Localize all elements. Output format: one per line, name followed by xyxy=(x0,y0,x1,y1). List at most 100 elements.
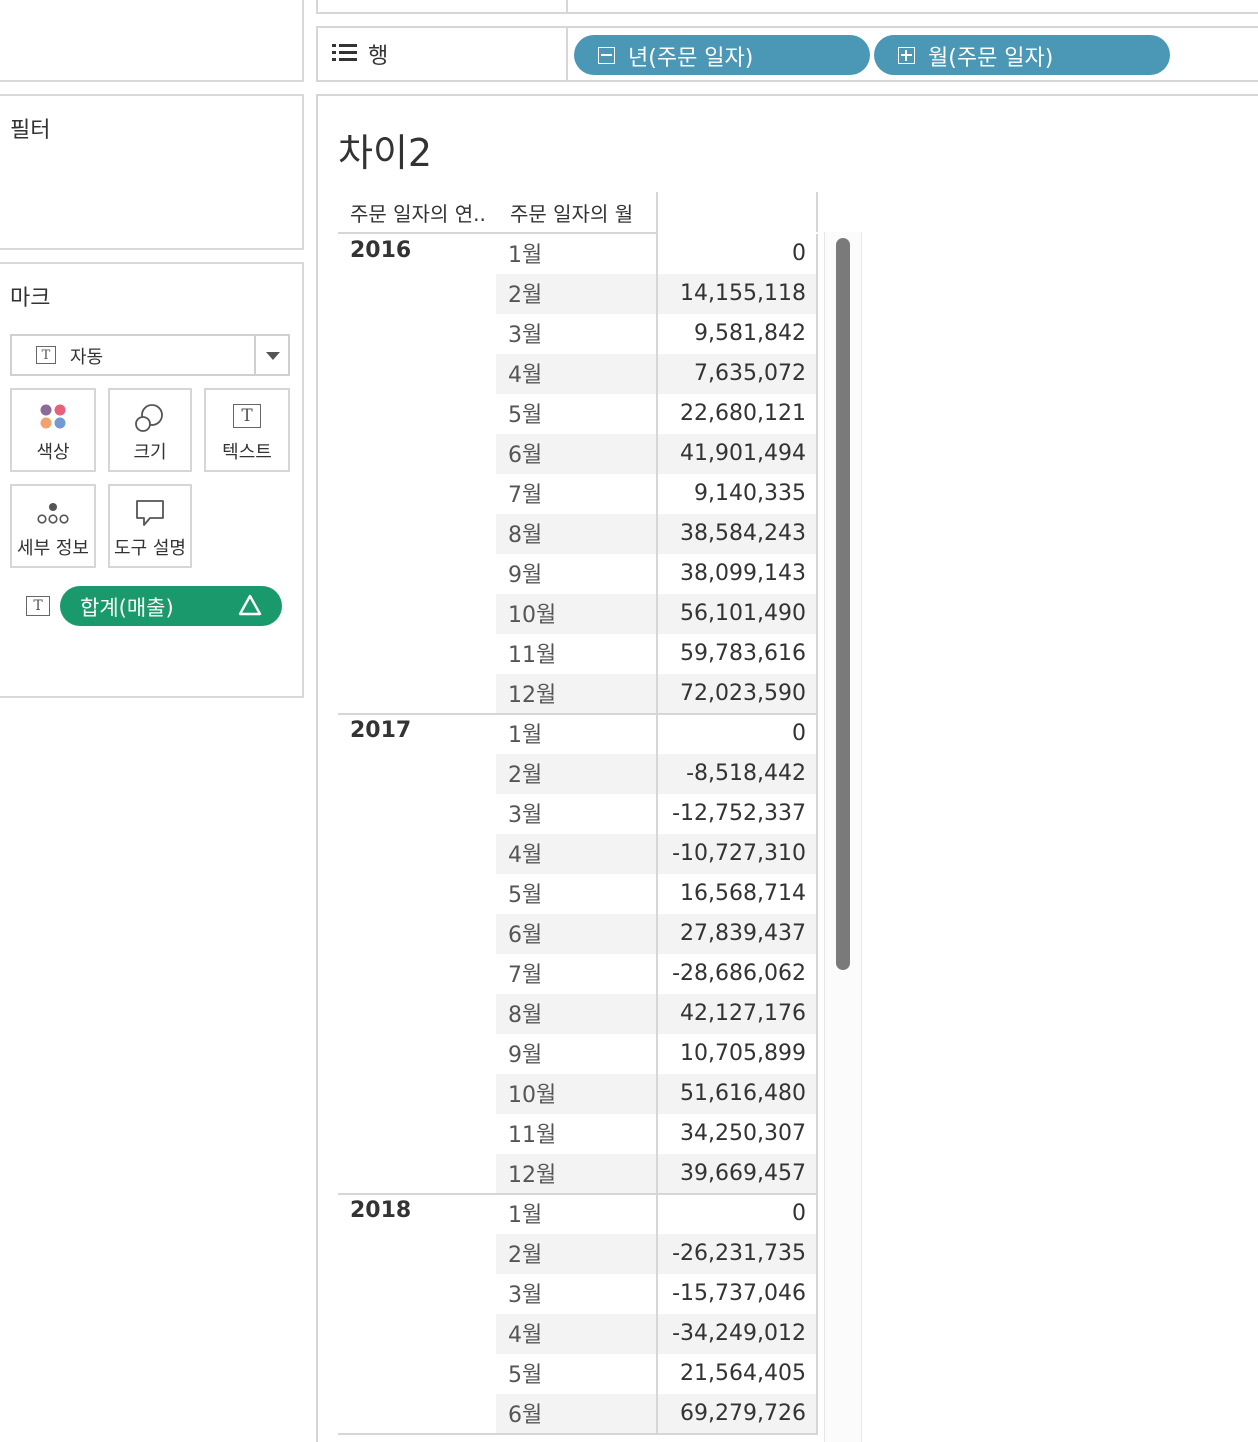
tooltip-card[interactable]: 도구 설명 xyxy=(108,484,192,568)
value-cell[interactable]: 56,101,490 xyxy=(656,594,816,634)
month-cell[interactable]: 7월 xyxy=(496,954,656,994)
rows-shelf-label: 행 xyxy=(368,44,389,69)
month-cell[interactable]: 9월 xyxy=(496,554,656,594)
month-cell[interactable]: 2월 xyxy=(496,754,656,794)
rows-shelf[interactable]: 행 년(주문 일자) 월(주문 일자) xyxy=(316,26,1258,82)
group-separator xyxy=(338,1433,818,1435)
mark-type-dropdown[interactable]: T 자동 xyxy=(10,334,290,376)
text-mark-icon: T xyxy=(36,346,56,364)
month-order-date-pill[interactable]: 월(주문 일자) xyxy=(874,35,1170,75)
value-cell[interactable]: 51,616,480 xyxy=(656,1074,816,1114)
sum-sales-pill[interactable]: 합계(매출) xyxy=(60,586,282,626)
month-cell[interactable]: 6월 xyxy=(496,1394,656,1434)
value-column-right-border xyxy=(816,1194,818,1434)
month-cell[interactable]: 7월 xyxy=(496,474,656,514)
scrollbar-track[interactable] xyxy=(824,232,862,1442)
columns-shelf[interactable] xyxy=(316,0,1258,14)
month-cell[interactable]: 5월 xyxy=(496,874,656,914)
month-cell[interactable]: 3월 xyxy=(496,1274,656,1314)
pill-label: 월(주문 일자) xyxy=(928,46,1054,71)
detail-card[interactable]: 세부 정보 xyxy=(10,484,96,568)
value-cell[interactable]: -10,727,310 xyxy=(656,834,816,874)
value-cell[interactable]: 9,140,335 xyxy=(656,474,816,514)
month-cell[interactable]: 5월 xyxy=(496,394,656,434)
month-cell[interactable]: 3월 xyxy=(496,794,656,834)
month-cell[interactable]: 6월 xyxy=(496,914,656,954)
value-cell[interactable]: 16,568,714 xyxy=(656,874,816,914)
pill-label: 년(주문 일자) xyxy=(628,46,754,71)
value-cell[interactable]: 0 xyxy=(656,1194,816,1234)
value-cell[interactable]: 38,584,243 xyxy=(656,514,816,554)
month-cell[interactable]: 3월 xyxy=(496,314,656,354)
value-cell[interactable]: 34,250,307 xyxy=(656,1114,816,1154)
value-cell[interactable]: 9,581,842 xyxy=(656,314,816,354)
value-cell[interactable]: -28,686,062 xyxy=(656,954,816,994)
text-card[interactable]: T 텍스트 xyxy=(204,388,290,472)
size-card[interactable]: 크기 xyxy=(108,388,192,472)
collapse-icon[interactable] xyxy=(598,47,615,64)
month-cell[interactable]: 2월 xyxy=(496,1234,656,1274)
month-cell[interactable]: 1월 xyxy=(496,234,656,274)
value-column-border xyxy=(656,714,658,1194)
month-cell[interactable]: 5월 xyxy=(496,1354,656,1394)
filters-title: 필터 xyxy=(10,118,51,143)
value-cell[interactable]: -26,231,735 xyxy=(656,1234,816,1274)
month-column-header[interactable]: 주문 일자의 월 xyxy=(510,192,656,232)
month-cell[interactable]: 11월 xyxy=(496,634,656,674)
value-cell[interactable]: -8,518,442 xyxy=(656,754,816,794)
sheet-title: 차이2 xyxy=(338,131,433,175)
value-cell[interactable]: 0 xyxy=(656,714,816,754)
month-cell[interactable]: 8월 xyxy=(496,994,656,1034)
month-cell[interactable]: 1월 xyxy=(496,1194,656,1234)
shelf-divider xyxy=(566,28,568,80)
year-label[interactable]: 2016 xyxy=(350,238,411,263)
value-cell[interactable]: 14,155,118 xyxy=(656,274,816,314)
value-cell[interactable]: 27,839,437 xyxy=(656,914,816,954)
value-cell[interactable]: -12,752,337 xyxy=(656,794,816,834)
value-cell[interactable]: 69,279,726 xyxy=(656,1394,816,1434)
value-cell[interactable]: 0 xyxy=(656,234,816,274)
table-calc-delta-icon xyxy=(238,593,262,621)
value-cell[interactable]: 22,680,121 xyxy=(656,394,816,434)
month-cell[interactable]: 2월 xyxy=(496,274,656,314)
value-cell[interactable]: 39,669,457 xyxy=(656,1154,816,1194)
month-cell[interactable]: 1월 xyxy=(496,714,656,754)
chevron-down-icon[interactable] xyxy=(266,352,280,360)
month-cell[interactable]: 4월 xyxy=(496,1314,656,1354)
color-card[interactable]: 색상 xyxy=(10,388,96,472)
expand-icon[interactable] xyxy=(898,47,915,64)
value-cell[interactable]: 7,635,072 xyxy=(656,354,816,394)
month-cell[interactable]: 9월 xyxy=(496,1034,656,1074)
month-cell[interactable]: 4월 xyxy=(496,834,656,874)
pages-panel xyxy=(0,0,304,82)
year-order-date-pill[interactable]: 년(주문 일자) xyxy=(574,35,870,75)
filters-panel[interactable]: 필터 xyxy=(0,94,304,250)
month-cell[interactable]: 6월 xyxy=(496,434,656,474)
value-cell[interactable]: -34,249,012 xyxy=(656,1314,816,1354)
value-cell[interactable]: 41,901,494 xyxy=(656,434,816,474)
month-cell[interactable]: 4월 xyxy=(496,354,656,394)
value-column-border xyxy=(656,234,658,714)
month-cell[interactable]: 10월 xyxy=(496,1074,656,1114)
scrollbar-thumb[interactable] xyxy=(836,238,850,970)
marks-panel: 마크 xyxy=(0,262,304,698)
value-cell[interactable]: 42,127,176 xyxy=(656,994,816,1034)
year-label[interactable]: 2017 xyxy=(350,718,411,743)
month-cell[interactable]: 11월 xyxy=(496,1114,656,1154)
value-cell[interactable]: 38,099,143 xyxy=(656,554,816,594)
year-column-header[interactable]: 주문 일자의 연.. xyxy=(350,192,500,232)
month-cell[interactable]: 12월 xyxy=(496,674,656,714)
value-cell[interactable]: -15,737,046 xyxy=(656,1274,816,1314)
month-cell[interactable]: 8월 xyxy=(496,514,656,554)
value-cell[interactable]: 10,705,899 xyxy=(656,1034,816,1074)
measure-pill-label: 합계(매출) xyxy=(80,596,174,620)
value-cell[interactable]: 59,783,616 xyxy=(656,634,816,674)
value-cell[interactable]: 21,564,405 xyxy=(656,1354,816,1394)
value-cell[interactable]: 72,023,590 xyxy=(656,674,816,714)
value-column-right-border xyxy=(816,234,818,714)
month-cell[interactable]: 10월 xyxy=(496,594,656,634)
size-card-label: 크기 xyxy=(133,442,167,463)
month-cell[interactable]: 12월 xyxy=(496,1154,656,1194)
tooltip-card-label: 도구 설명 xyxy=(114,538,186,559)
year-label[interactable]: 2018 xyxy=(350,1198,411,1223)
